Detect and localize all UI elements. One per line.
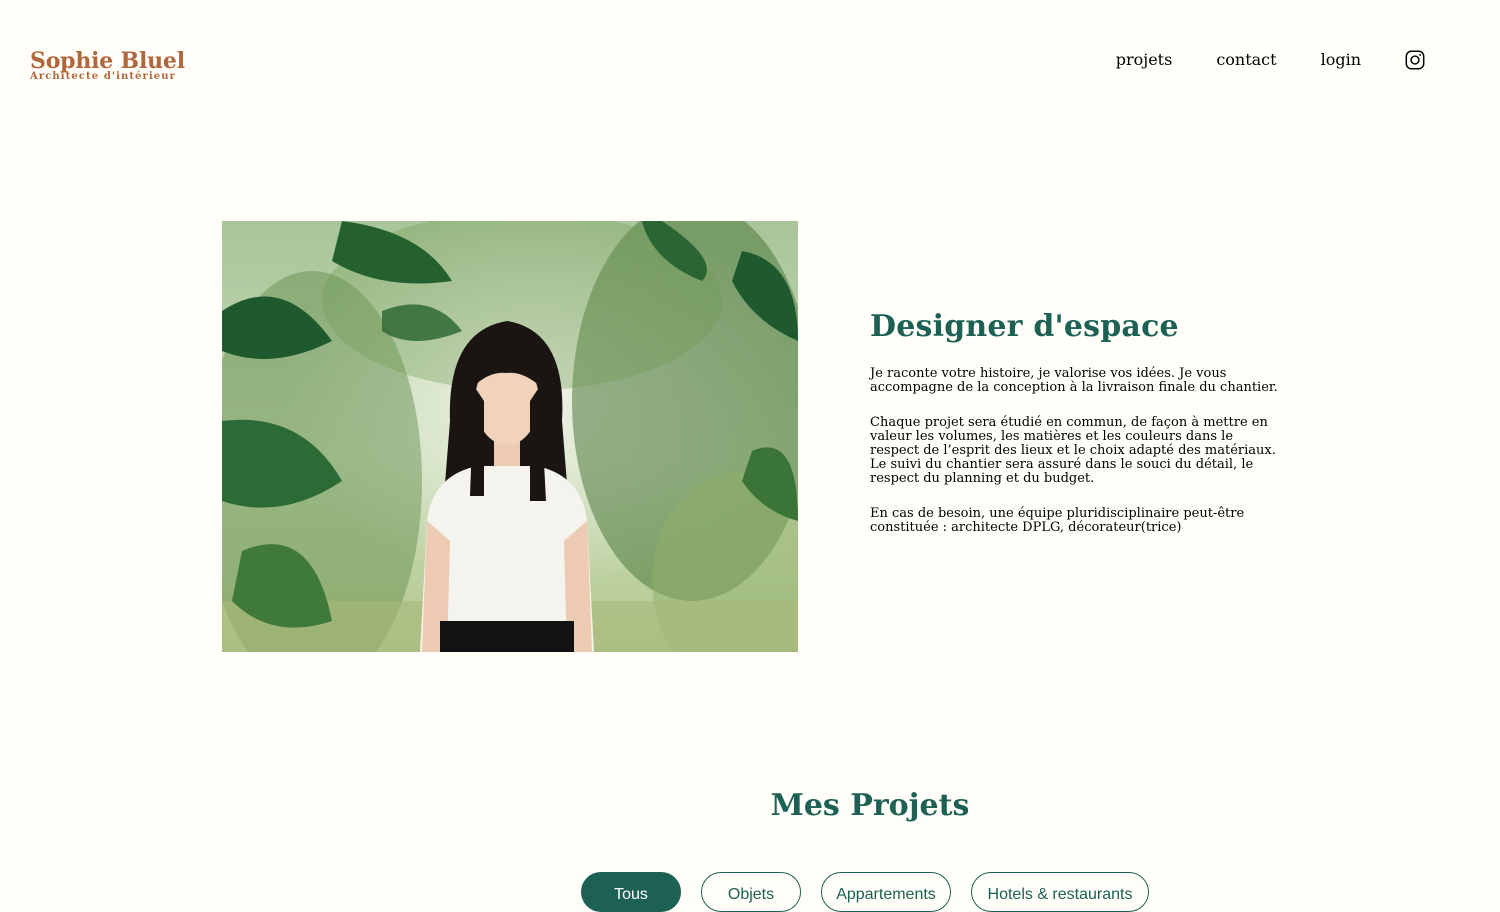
projects-title: Mes Projets: [770, 788, 970, 823]
filter-button-objets[interactable]: Objets: [701, 872, 801, 912]
filter-button-appartements[interactable]: Appartements: [821, 872, 951, 912]
nav-link-projets[interactable]: projets: [1116, 46, 1173, 74]
intro-article: Designer d'espace Je raconte votre histo…: [870, 308, 1280, 535]
intro-title: Designer d'espace: [870, 309, 1179, 344]
instagram-icon[interactable]: [1404, 49, 1426, 71]
logo[interactable]: Sophie Bluel Architecte d'intérieur: [30, 47, 185, 82]
intro-paragraph-3: En cas de besoin, une équipe pluridiscip…: [870, 506, 1245, 535]
intro-paragraph-1: Je raconte votre histoire, je valorise v…: [870, 366, 1278, 395]
intro-paragraph-2: Chaque projet sera étudié en commun, de …: [870, 415, 1276, 486]
filter-button-hotels-restaurants[interactable]: Hotels & restaurants: [971, 872, 1149, 912]
filter-bar: Tous Objets Appartements Hotels & restau…: [581, 872, 1169, 912]
portrait-photo: [222, 221, 798, 652]
filter-button-tous[interactable]: Tous: [581, 872, 681, 912]
nav-link-contact[interactable]: contact: [1216, 46, 1276, 74]
logo-subtitle: Architecte d'intérieur: [30, 71, 176, 82]
main-nav: projets contact login: [1116, 46, 1426, 74]
nav-link-login[interactable]: login: [1321, 46, 1361, 74]
